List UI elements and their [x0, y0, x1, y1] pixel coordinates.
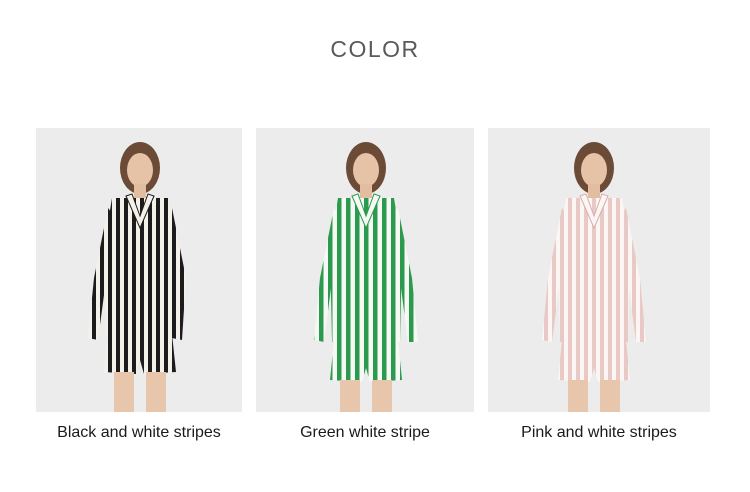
variant-caption-pink-white: Pink and white stripes	[521, 424, 677, 441]
model-image-green-white	[256, 128, 474, 412]
model-image-black-white	[36, 128, 242, 412]
variant-card-3[interactable]	[488, 128, 710, 412]
variant-caption-green-white: Green white stripe	[300, 424, 430, 441]
color-section-title: COLOR	[330, 36, 420, 62]
variant-caption-black-white: Black and white stripes	[57, 424, 221, 441]
model-image-pink-white	[488, 128, 710, 412]
variant-card-1[interactable]	[36, 128, 242, 412]
variant-card-2[interactable]	[256, 128, 474, 412]
